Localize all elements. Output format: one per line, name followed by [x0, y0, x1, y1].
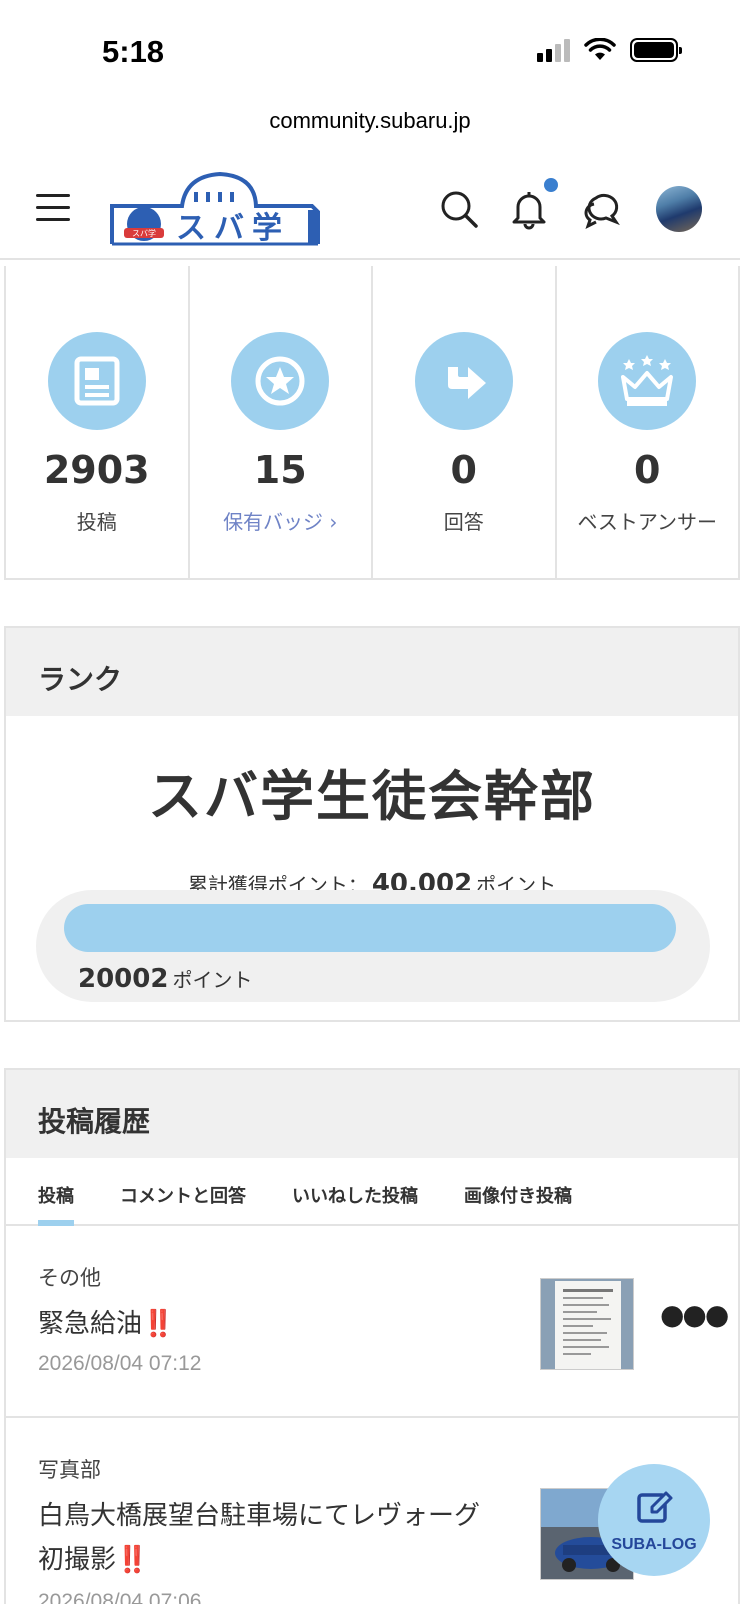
bell-icon[interactable]: [508, 188, 550, 230]
post-category: 写真部: [38, 1458, 101, 1482]
post-item[interactable]: その他 緊急給油‼️ 2026/08/04 07:12 ●●●: [6, 1226, 738, 1418]
status-bar: 5:18: [0, 0, 740, 100]
post-category: その他: [38, 1266, 101, 1290]
stat-answers: 0 回答: [373, 266, 557, 578]
search-icon[interactable]: [438, 188, 480, 230]
svg-text:スバ学: スバ学: [176, 211, 290, 246]
stat-label: ベストアンサー: [577, 510, 718, 534]
stat-best-answers: 0 ベストアンサー: [557, 266, 739, 578]
post-title[interactable]: 白鳥大橋展望台駐車場にてレヴォーグ 初撮影‼️: [38, 1494, 498, 1582]
tab-liked-posts[interactable]: いいねした投稿: [292, 1158, 418, 1224]
battery-icon: [630, 38, 682, 62]
rank-title: スバ学生徒会幹部: [148, 765, 596, 828]
rank-heading: ランク: [6, 628, 738, 716]
stat-label: 回答: [443, 510, 484, 534]
stat-value: 15: [253, 448, 307, 492]
suba-gaku-logo[interactable]: スバ学 スバ学: [110, 170, 325, 246]
post-title[interactable]: 緊急給油‼️: [38, 1302, 498, 1346]
stat-label: 投稿: [76, 510, 117, 534]
rank-progress: 20002 ポイント: [36, 890, 710, 1002]
badge-star-icon: [231, 332, 330, 430]
stat-value: 0: [450, 448, 477, 492]
crown-icon: [598, 332, 697, 430]
user-avatar[interactable]: [656, 186, 702, 232]
more-options-icon[interactable]: ●●●: [660, 1298, 729, 1331]
status-time: 5:18: [102, 34, 165, 69]
badges-link[interactable]: 保有バッジ ›: [190, 506, 372, 535]
history-heading: 投稿履歴: [6, 1070, 738, 1158]
fab-label: SUBA-LOG: [611, 1536, 697, 1553]
profile-stats: 2903 投稿 15 保有バッジ › 0 回答 0 ベストアンサー: [4, 266, 740, 580]
menu-icon[interactable]: [36, 194, 70, 222]
tab-comments-answers[interactable]: コメントと回答: [120, 1158, 246, 1224]
document-icon: [47, 332, 146, 430]
rank-card: ランク スバ学生徒会幹部 累計獲得ポイント： 40,002 ポイント 20002 ポイ…: [4, 626, 740, 1022]
tab-image-posts[interactable]: 画像付き投稿: [464, 1158, 572, 1224]
stat-badges[interactable]: 15 保有バッジ ›: [190, 266, 373, 578]
edit-icon: [637, 1491, 673, 1523]
history-tabs: 投稿 コメントと回答 いいねした投稿 画像付き投稿: [6, 1158, 738, 1226]
reply-arrow-icon: [414, 332, 513, 430]
wifi-icon: [584, 38, 616, 60]
cellular-signal-icon: [537, 38, 570, 62]
post-date: 2026/08/04 07:06: [38, 1590, 202, 1604]
stat-posts: 2903 投稿: [6, 266, 190, 578]
post-date: 2026/08/04 07:12: [38, 1352, 202, 1375]
chat-icon[interactable]: [582, 188, 624, 230]
chevron-right-icon: ›: [329, 510, 338, 534]
notification-badge: [544, 178, 558, 192]
site-header: スバ学 スバ学: [0, 160, 740, 260]
browser-url[interactable]: community.subaru.jp: [0, 108, 740, 134]
suba-log-button[interactable]: SUBA-LOG: [598, 1464, 710, 1576]
rank-progress-fill: [64, 904, 676, 952]
status-icons: [537, 38, 682, 62]
stat-value: 0: [634, 448, 661, 492]
rank-progress-label: 20002 ポイント: [78, 964, 253, 994]
tab-posts[interactable]: 投稿: [38, 1158, 74, 1226]
post-thumbnail[interactable]: [540, 1278, 634, 1370]
svg-text:スバ学: スバ学: [132, 228, 156, 238]
stat-value: 2903: [43, 448, 150, 492]
